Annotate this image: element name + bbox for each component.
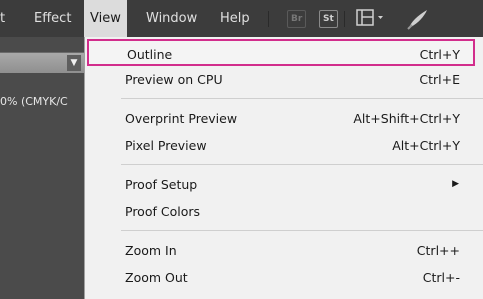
view-menu: Outline Ctrl+Y Preview on CPU Ctrl+E Ove…	[84, 37, 483, 299]
menu-item-shortcut: Alt+Shift+Ctrl+Y	[353, 111, 460, 126]
menu-item-label: Proof Setup	[125, 177, 198, 192]
document-tab[interactable]: 0% (CMYK/C	[0, 92, 84, 112]
menu-item-shortcut: Ctrl+E	[419, 72, 460, 87]
chevron-down-icon[interactable]: ▼	[67, 55, 81, 71]
menu-item-label: Outline	[127, 47, 173, 62]
menu-item-label: Zoom In	[125, 243, 177, 258]
menu-item-overprint-preview[interactable]: Overprint Preview Alt+Shift+Ctrl+Y	[85, 105, 475, 132]
menu-item-shortcut: Ctrl+Y	[419, 47, 460, 62]
menu-window[interactable]: Window	[146, 0, 197, 37]
menu-item-shortcut: Ctrl++	[416, 243, 460, 258]
menu-item-pixel-preview[interactable]: Pixel Preview Alt+Ctrl+Y	[85, 132, 475, 159]
menu-help[interactable]: Help	[220, 0, 250, 37]
menu-separator	[121, 230, 483, 231]
menu-item-outline[interactable]: Outline Ctrl+Y	[87, 39, 475, 66]
brush-icon[interactable]	[405, 7, 431, 35]
submenu-arrow-icon: ▶	[452, 179, 459, 189]
menu-separator	[121, 164, 483, 165]
menu-effect[interactable]: Effect	[34, 0, 71, 37]
menu-type-partial[interactable]: t	[0, 0, 5, 37]
menu-item-label: Pixel Preview	[125, 138, 207, 153]
menubar-divider	[268, 11, 269, 27]
menu-view[interactable]: View	[84, 0, 127, 37]
menu-item-proof-setup[interactable]: Proof Setup ▶	[85, 171, 475, 198]
menu-item-zoom-out[interactable]: Zoom Out Ctrl+-	[85, 264, 475, 291]
menu-item-shortcut: Ctrl+-	[422, 270, 460, 285]
menu-separator	[121, 98, 483, 99]
menu-item-label: Zoom Out	[125, 270, 188, 285]
menu-item-label: Preview on CPU	[125, 72, 223, 87]
panel-dropdown[interactable]: ▼	[0, 52, 84, 73]
menubar-divider	[344, 11, 345, 27]
menu-item-preview-on-cpu[interactable]: Preview on CPU Ctrl+E	[85, 66, 475, 93]
arrange-documents-icon[interactable]	[356, 9, 390, 31]
menu-item-label: Overprint Preview	[125, 111, 238, 126]
bridge-button[interactable]: Br	[287, 10, 307, 28]
menu-bar: t Effect View Window Help Br St	[0, 0, 483, 37]
menu-item-shortcut: Alt+Ctrl+Y	[392, 138, 460, 153]
stock-button[interactable]: St	[319, 10, 338, 28]
menu-item-label: Proof Colors	[125, 204, 200, 219]
menu-item-zoom-in[interactable]: Zoom In Ctrl++	[85, 237, 475, 264]
menu-item-proof-colors[interactable]: Proof Colors	[85, 198, 475, 225]
left-panel	[0, 37, 84, 299]
